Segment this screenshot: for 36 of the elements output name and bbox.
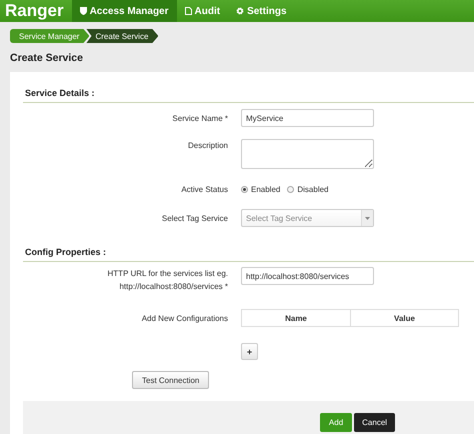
page-title: Create Service <box>9 51 84 66</box>
brand-logo[interactable]: Ranger <box>0 0 72 22</box>
column-header: Name <box>284 312 308 324</box>
caret-icon <box>365 216 370 220</box>
test-connection-button[interactable]: Test Connection <box>132 371 210 389</box>
field-label: HTTP URL for the services list eg. http://localhost:8080/services * <box>106 268 228 293</box>
radio-label: Disabled <box>297 185 328 194</box>
nav-tab[interactable]: Settings <box>228 0 295 22</box>
service-name-field[interactable]: MyService <box>241 109 374 127</box>
radio-button[interactable] <box>287 186 294 193</box>
nav-tab[interactable]: Access Manager <box>72 0 177 22</box>
field-label: Select Tag Service <box>160 212 228 224</box>
section-heading: Config Properties : <box>23 243 474 262</box>
tag-service-select[interactable]: Select Tag Service <box>241 209 374 227</box>
breadcrumb-item: Create Service <box>86 29 158 43</box>
footer-button[interactable]: Add <box>320 413 352 432</box>
settings-icon <box>236 7 244 15</box>
nav-tab-label: Access Manager <box>90 6 169 16</box>
breadcrumb-item[interactable]: Service Manager <box>10 29 90 43</box>
field-label: Description <box>186 140 228 152</box>
footer-button[interactable]: Cancel <box>354 413 396 432</box>
add-row-button[interactable]: + <box>241 343 258 360</box>
nav-tab[interactable]: Audit <box>176 0 228 22</box>
column-header: Value <box>350 310 458 326</box>
nav-tab-label: Settings <box>247 6 287 16</box>
field-label: Add New Configurations <box>140 312 228 324</box>
field-label: Service Name * <box>171 112 228 124</box>
shield-icon <box>80 7 87 15</box>
description-field[interactable] <box>241 139 374 169</box>
file-icon <box>184 7 192 15</box>
radio-button[interactable] <box>241 186 248 193</box>
url-field[interactable]: http://localhost:8080/services <box>241 267 374 285</box>
radio-label: Enabled <box>251 185 280 194</box>
section-heading: Service Details : <box>23 84 474 103</box>
nav-tab-label: Audit <box>194 6 220 16</box>
field-label: Active Status <box>180 184 228 196</box>
